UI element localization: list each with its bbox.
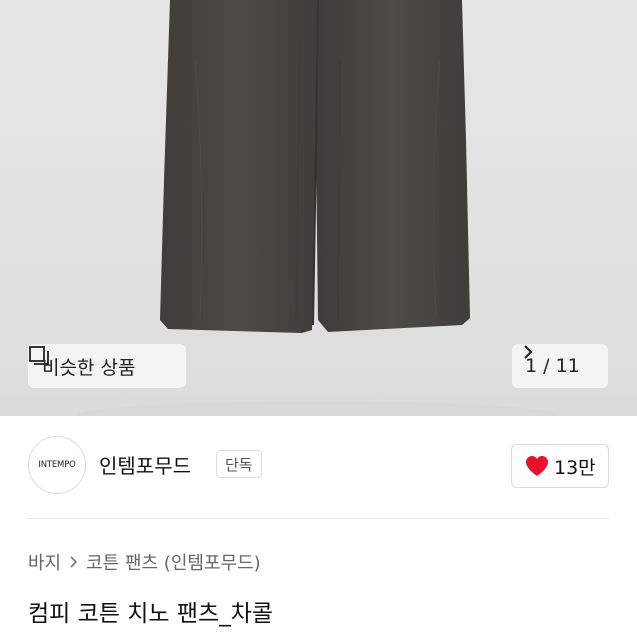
similar-products-button[interactable]: 비슷한 상품: [28, 344, 186, 388]
breadcrumb-item-pants[interactable]: 바지: [28, 549, 61, 575]
like-count: 13만: [554, 456, 596, 479]
like-button[interactable]: 13만: [511, 444, 609, 488]
section-divider: [28, 518, 609, 519]
heart-icon: [526, 456, 548, 476]
breadcrumb-item-cotton-pants[interactable]: 코튼 팬츠 (인템포무드): [86, 549, 261, 575]
brand-logo[interactable]: INTEMPO: [28, 436, 86, 494]
chevron-right-icon: [70, 556, 78, 568]
product-image-gallery[interactable]: 비슷한 상품 1 / 11: [0, 0, 637, 416]
chevron-right-icon: [524, 345, 533, 359]
breadcrumb: 바지 코튼 팬츠 (인템포무드): [28, 549, 261, 575]
brand-name-link[interactable]: 인템포무드: [99, 450, 191, 479]
product-title: 컴피 코튼 치노 팬츠_차콜: [28, 601, 274, 627]
image-counter-button[interactable]: 1 / 11: [512, 344, 608, 388]
similar-products-label: 비슷한 상품: [42, 356, 136, 379]
exclusive-badge: 단독: [216, 450, 262, 478]
similar-items-icon: [29, 346, 49, 365]
brand-logo-text: INTEMPO: [38, 460, 76, 470]
